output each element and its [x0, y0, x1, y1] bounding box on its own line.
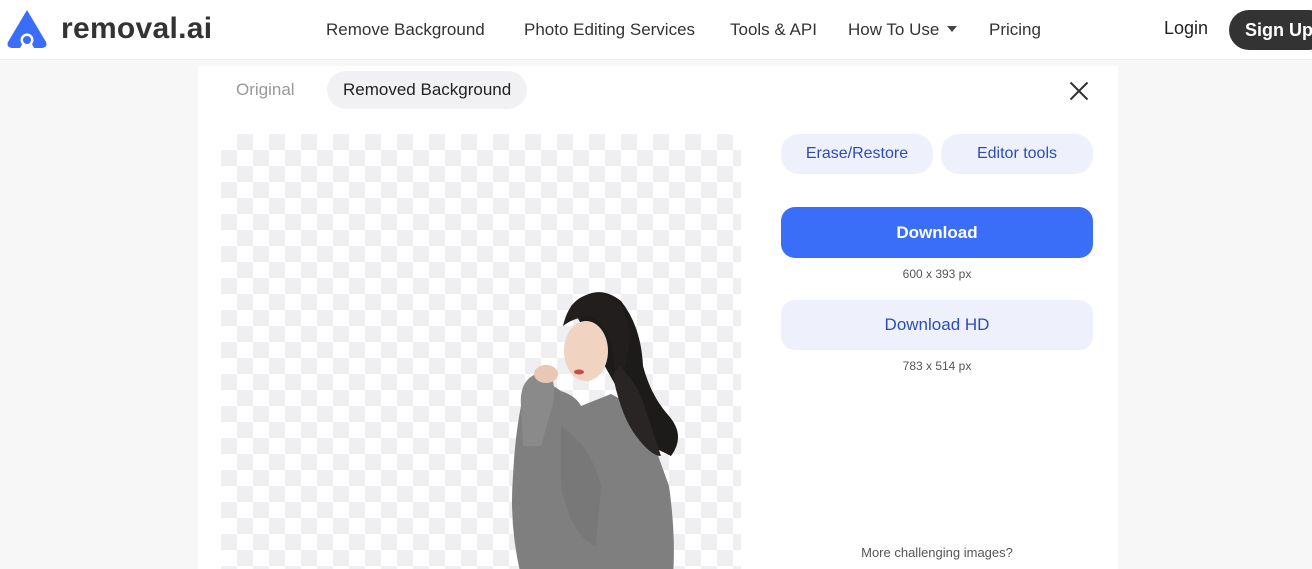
close-icon[interactable]: [1068, 80, 1090, 102]
nav-photo-editing-services[interactable]: Photo Editing Services: [524, 20, 695, 40]
editor-tools-button[interactable]: Editor tools: [941, 134, 1093, 174]
top-navbar: removal.ai Remove Background Photo Editi…: [0, 0, 1312, 60]
person-cutout-image: [512, 292, 679, 569]
transparent-preview: [221, 134, 741, 569]
download-size: 600 x 393 px: [902, 267, 972, 281]
caret-down-icon: [947, 25, 958, 32]
tab-original[interactable]: Original: [236, 71, 295, 109]
removal-logo-icon: [7, 10, 47, 48]
erase-restore-button[interactable]: Erase/Restore: [781, 134, 933, 174]
nav-remove-background[interactable]: Remove Background: [326, 20, 485, 40]
result-panel: Original Removed Background Erase/Restor…: [198, 66, 1118, 569]
brand-logo[interactable]: removal.ai: [5, 8, 212, 50]
login-link[interactable]: Login: [1164, 18, 1208, 39]
brand-name: removal.ai: [61, 12, 213, 45]
tab-removed-background[interactable]: Removed Background: [327, 71, 528, 109]
signup-button[interactable]: Sign Up: [1229, 10, 1312, 50]
nav-how-to-use[interactable]: How To Use: [848, 20, 958, 40]
more-challenging-images-link[interactable]: More challenging images?: [781, 545, 1093, 560]
nav-how-to-use-label: How To Use: [848, 20, 940, 39]
nav-pricing[interactable]: Pricing: [989, 20, 1041, 40]
download-button[interactable]: Download: [781, 207, 1093, 258]
download-hd-size: 783 x 514 px: [902, 359, 972, 373]
download-hd-button[interactable]: Download HD: [781, 300, 1093, 350]
nav-tools-api[interactable]: Tools & API: [730, 20, 817, 40]
